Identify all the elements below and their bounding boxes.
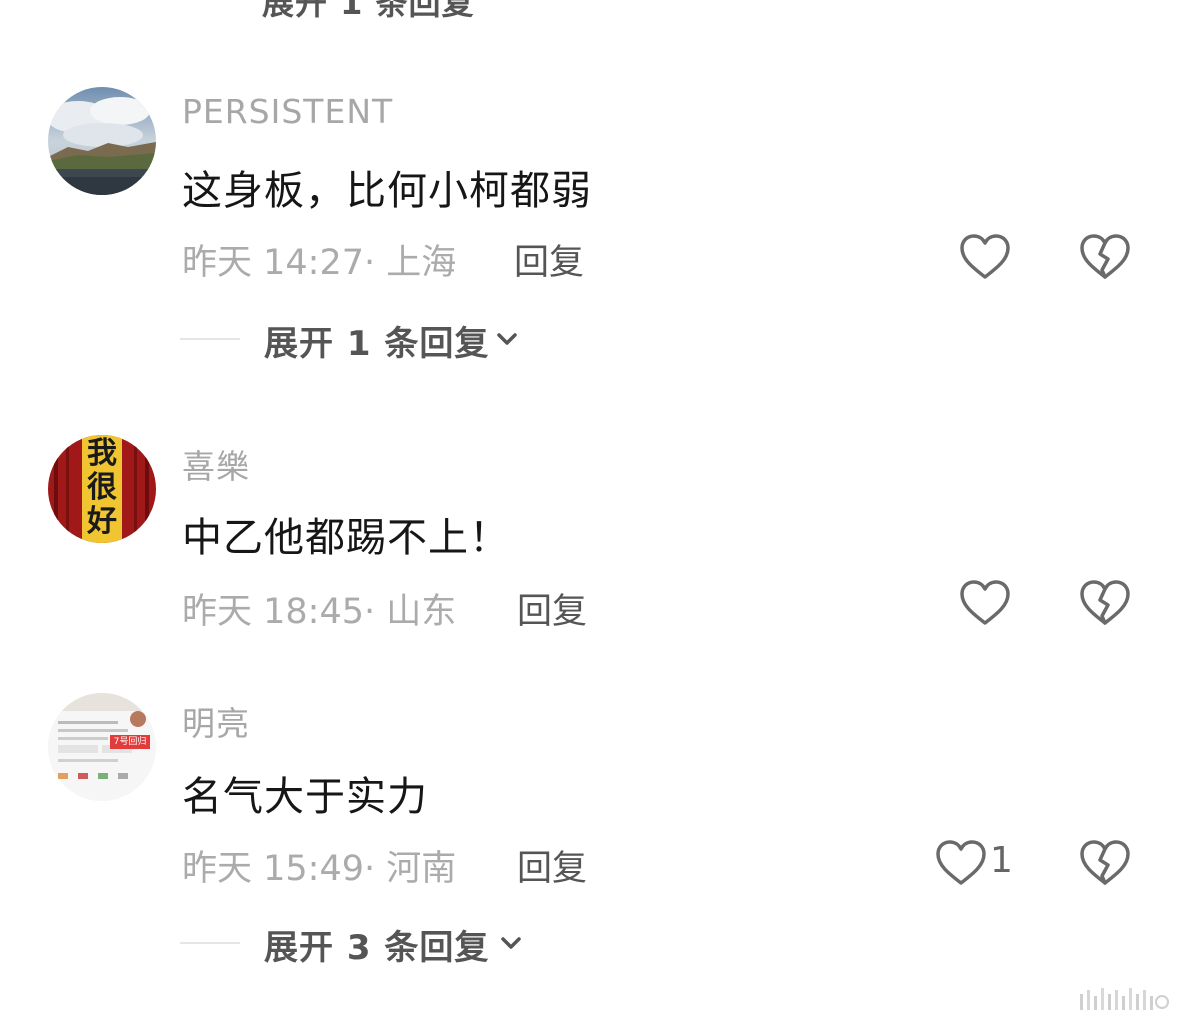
chevron-down-icon[interactable]	[498, 930, 524, 956]
avatar-badge: 7号回归	[110, 735, 150, 749]
comment-meta: 昨天 14:27· 上海	[182, 234, 456, 285]
comment-time: 昨天 14:27	[182, 243, 364, 283]
comment-text: 这身板，比何小柯都弱	[182, 168, 592, 214]
expand-divider	[180, 338, 240, 340]
chevron-down-icon[interactable]	[494, 326, 520, 352]
comment-meta: 昨天 18:45· 山东	[182, 583, 456, 634]
comment-time: 昨天 18:45	[182, 592, 364, 632]
comment-list-page: 展开 1 条回复 PERSISTENT 这身板，比何小柯都弱 昨天 14:27·…	[0, 0, 1178, 1029]
comment-username[interactable]: PERSISTENT	[182, 92, 393, 131]
comment-text: 名气大于实力	[182, 774, 428, 820]
comment-username[interactable]: 喜樂	[182, 440, 250, 488]
expand-replies-label[interactable]: 展开 1 条回复	[264, 316, 489, 365]
comment-location: · 河南	[364, 849, 457, 889]
comment-location: · 山东	[364, 592, 457, 632]
heart-outline-icon[interactable]	[958, 578, 1012, 628]
watermark-icon	[1078, 984, 1170, 1018]
broken-heart-icon[interactable]	[1078, 578, 1132, 628]
reply-button[interactable]: 回复	[517, 583, 587, 634]
reply-button[interactable]: 回复	[514, 234, 584, 285]
expand-divider	[180, 942, 240, 944]
expand-replies[interactable]: 展开 3 条回复	[180, 922, 550, 968]
comment-meta: 昨天 15:49· 河南	[182, 840, 456, 891]
previous-expand-replies[interactable]: 展开 1 条回复	[262, 0, 475, 24]
avatar[interactable]	[48, 87, 156, 195]
heart-outline-icon[interactable]	[958, 232, 1012, 282]
broken-heart-icon[interactable]	[1078, 838, 1132, 888]
avatar-calligraphy: 我 很 好	[87, 436, 117, 539]
reply-button[interactable]: 回复	[517, 840, 587, 891]
avatar[interactable]: 7号回归	[48, 693, 156, 801]
comment-username[interactable]: 明亮	[182, 697, 250, 745]
heart-outline-icon[interactable]	[934, 838, 988, 888]
comment-text: 中乙他都踢不上！	[182, 515, 510, 561]
broken-heart-icon[interactable]	[1078, 232, 1132, 282]
comment-time: 昨天 15:49	[182, 849, 364, 889]
expand-replies-label[interactable]: 展开 3 条回复	[264, 920, 489, 969]
expand-replies[interactable]: 展开 1 条回复	[180, 318, 540, 364]
like-count: 1	[990, 840, 1013, 881]
avatar[interactable]: 我 很 好	[48, 435, 156, 543]
comment-location: · 上海	[364, 243, 457, 283]
